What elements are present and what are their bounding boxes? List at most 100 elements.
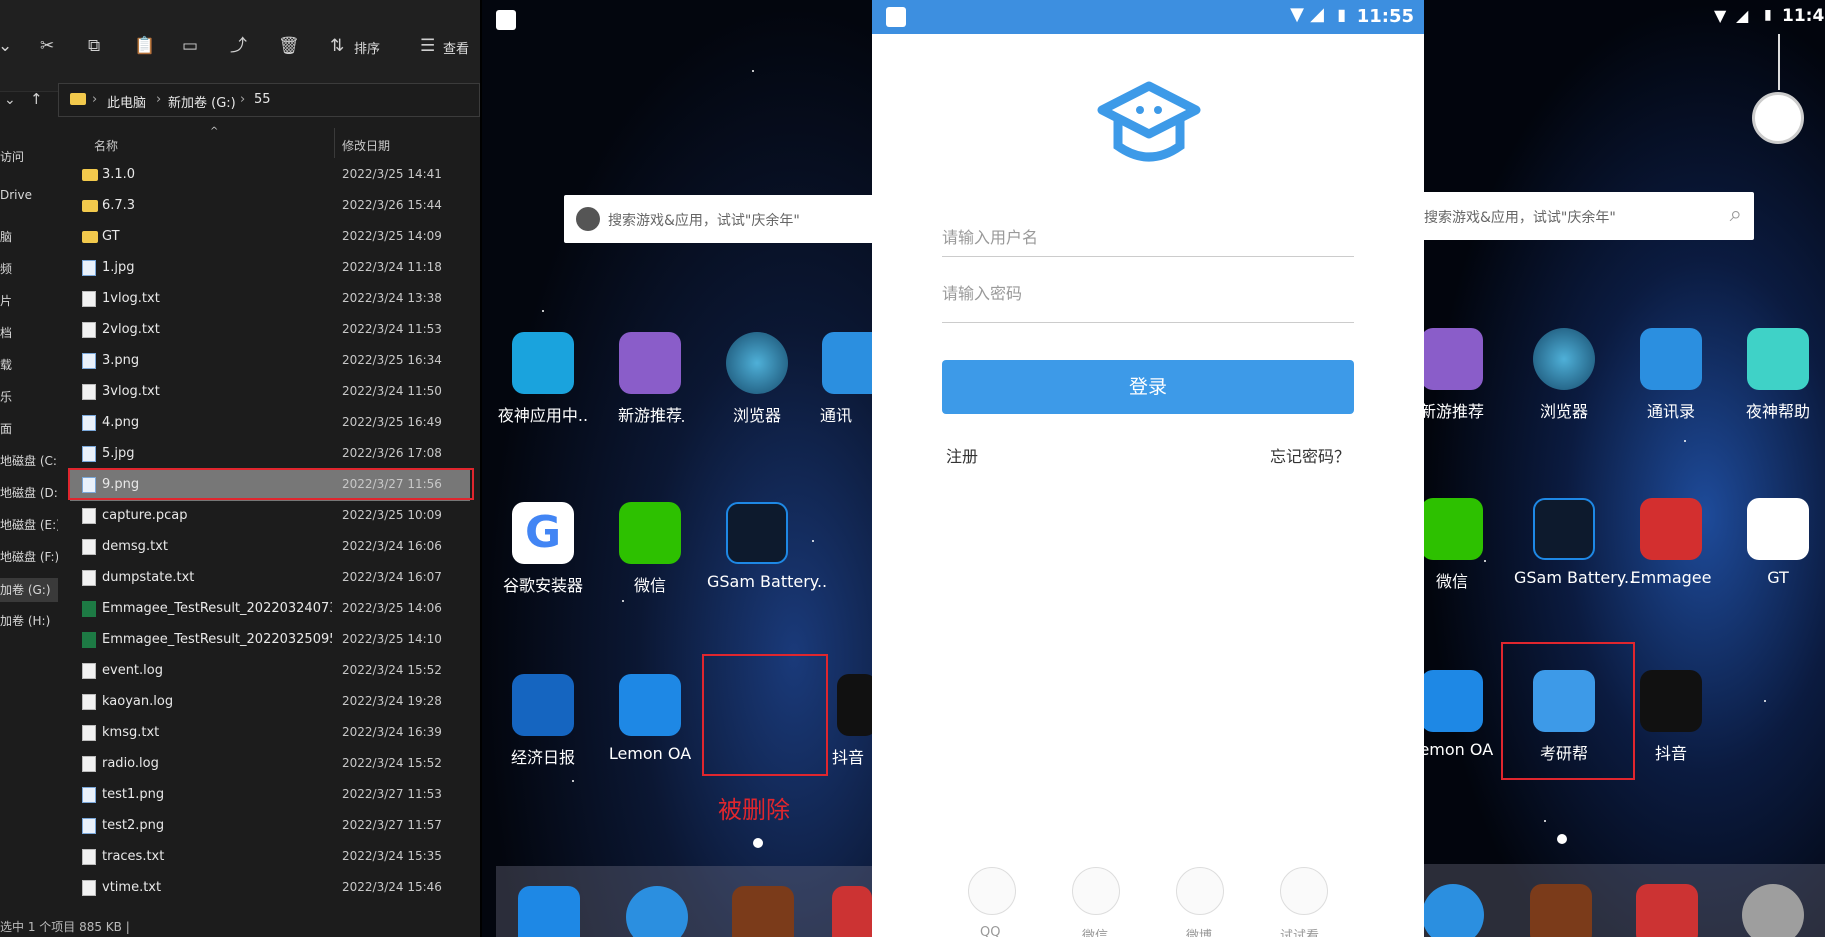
breadcrumb-drive-g[interactable]: 新加卷 (G:)	[168, 92, 236, 111]
download-icon[interactable]	[626, 886, 688, 937]
gallery-icon[interactable]	[1636, 884, 1698, 937]
game-icon[interactable]	[1530, 884, 1592, 937]
file-row[interactable]: traces.txt 2022/3/24 15:35	[70, 842, 470, 873]
guest-login-icon[interactable]	[1280, 867, 1328, 915]
qq-login-icon[interactable]	[968, 867, 1016, 915]
cut-icon[interactable]: ✂	[40, 36, 54, 56]
file-row[interactable]: dumpstate.txt 2022/3/24 16:07	[70, 563, 470, 594]
app-browser[interactable]: 浏览器	[707, 332, 807, 426]
app-wechat[interactable]: 微信	[1424, 498, 1502, 592]
file-row[interactable]: 1vlog.txt 2022/3/24 13:38	[70, 284, 470, 315]
view-icon[interactable]: ☰	[420, 36, 435, 56]
nav-item-drive-g[interactable]: 加卷 (G:)	[0, 578, 58, 602]
game-icon[interactable]	[732, 886, 794, 937]
paste-icon[interactable]: 📋	[134, 36, 155, 56]
file-row[interactable]: 2vlog.txt 2022/3/24 11:53	[70, 315, 470, 346]
file-row[interactable]: test2.png 2022/3/27 11:57	[70, 811, 470, 842]
username-input[interactable]: 请输入用户名	[942, 224, 1038, 248]
register-link[interactable]: 注册	[946, 443, 978, 467]
column-header-modified[interactable]: 修改日期	[342, 137, 390, 154]
up-arrow-icon[interactable]: ↑	[30, 89, 43, 109]
file-row[interactable]: demsg.txt 2022/3/24 16:06	[70, 532, 470, 563]
gallery-icon[interactable]	[832, 886, 872, 937]
dropdown-icon[interactable]: ⌄	[4, 90, 16, 110]
file-row[interactable]: 4.png 2022/3/25 16:49	[70, 408, 470, 439]
login-button[interactable]: 登录	[942, 360, 1354, 414]
breadcrumb-folder-55[interactable]: 55	[254, 92, 271, 107]
forgot-password-link[interactable]: 忘记密码？	[1270, 443, 1350, 467]
app-emmagee[interactable]: Emmagee	[1621, 498, 1721, 587]
delete-icon[interactable]: 🗑	[278, 36, 300, 56]
app-nox-store[interactable]: 夜神应用中..	[493, 332, 593, 426]
file-row[interactable]: kmsg.txt 2022/3/24 16:39	[70, 718, 470, 749]
file-row[interactable]: 3vlog.txt 2022/3/24 11:50	[70, 377, 470, 408]
app-google-installer[interactable]: G 谷歌安装器	[493, 502, 593, 596]
app-gsam-battery[interactable]: GSam Battery..	[707, 502, 827, 591]
file-row[interactable]: test1.png 2022/3/27 11:53	[70, 780, 470, 811]
file-row[interactable]: vtime.txt 2022/3/24 15:46	[70, 873, 470, 904]
sort-button[interactable]: 排序	[354, 38, 380, 57]
app-nox-help[interactable]: 夜神帮助	[1728, 328, 1825, 422]
file-row[interactable]: 3.1.0 2022/3/25 14:41	[70, 160, 470, 191]
file-row[interactable]: 6.7.3 2022/3/26 15:44	[70, 191, 470, 222]
file-row[interactable]: kaoyan.log 2022/3/24 19:28	[70, 687, 470, 718]
app-wechat[interactable]: 微信	[600, 502, 700, 596]
file-row[interactable]: capture.pcap 2022/3/25 10:09	[70, 501, 470, 532]
breadcrumb-this-pc[interactable]: 此电脑	[107, 92, 146, 111]
app-new-games[interactable]: 新游推荐	[1424, 328, 1502, 422]
search-icon[interactable]: ⌕	[1730, 202, 1742, 227]
settings-gear-icon[interactable]	[1742, 884, 1804, 937]
file-row[interactable]: GT 2022/3/25 14:09	[70, 222, 470, 253]
image-file-icon	[82, 818, 96, 834]
copy-icon[interactable]: ⧉	[88, 36, 100, 56]
share-icon[interactable]: ⤴	[230, 36, 247, 56]
column-divider[interactable]	[334, 128, 335, 158]
nav-item[interactable]: 面	[0, 420, 58, 440]
file-row[interactable]: event.log 2022/3/24 15:52	[70, 656, 470, 687]
rename-icon[interactable]: ▭	[182, 36, 198, 56]
nav-item-drive-e[interactable]: 地磁盘 (E:)	[0, 516, 58, 536]
app-search-bar[interactable]: 搜索游戏&应用，试试"庆余年" ⌕	[1424, 192, 1754, 240]
app-new-games[interactable]: 新游推荐	[600, 332, 700, 426]
app-contacts[interactable]: 通讯录	[1621, 328, 1721, 422]
nav-item-drive-d[interactable]: 地磁盘 (D:)	[0, 484, 58, 504]
file-row[interactable]: Emmagee_TestResult_202203240730... 2022/3…	[70, 594, 470, 625]
column-header-name[interactable]: 名称	[94, 137, 118, 154]
wechat-login-icon[interactable]	[1072, 867, 1120, 915]
download-icon[interactable]	[1424, 884, 1484, 937]
files-icon[interactable]	[518, 886, 580, 937]
app-lemon-oa[interactable]: Lemon OA	[1424, 670, 1502, 759]
nav-item[interactable]: 档	[0, 324, 58, 344]
nav-item[interactable]: 访问	[0, 148, 58, 168]
file-row[interactable]: 5.jpg 2022/3/26 17:08	[70, 439, 470, 470]
view-button[interactable]: 查看	[443, 38, 469, 57]
nav-item[interactable]: 片	[0, 292, 58, 312]
chevron-icon[interactable]: ⌄	[0, 36, 12, 56]
excel-file-icon	[82, 601, 96, 617]
app-douyin[interactable]: 抖音	[832, 674, 872, 768]
app-lemon-oa[interactable]: Lemon OA	[600, 674, 700, 763]
nav-item[interactable]: Drive	[0, 188, 58, 208]
nav-item[interactable]: 载	[0, 356, 58, 376]
weibo-login-icon[interactable]	[1176, 867, 1224, 915]
app-gt[interactable]: GT	[1728, 498, 1825, 587]
file-row[interactable]: radio.log 2022/3/24 15:52	[70, 749, 470, 780]
floating-ball-icon[interactable]	[1752, 92, 1804, 144]
sort-icon[interactable]: ⇅	[330, 36, 344, 56]
nav-item[interactable]: 乐	[0, 388, 58, 408]
file-row[interactable]: 1.jpg 2022/3/24 11:18	[70, 253, 470, 284]
app-gsam-battery[interactable]: GSam Battery..	[1514, 498, 1634, 587]
nav-item[interactable]: 脑	[0, 228, 58, 248]
app-economic-daily[interactable]: 经济日报	[493, 674, 593, 768]
file-row[interactable]: Emmagee_TestResult_202203250959... 2022/3…	[70, 625, 470, 656]
app-douyin[interactable]: 抖音	[1621, 670, 1721, 764]
file-row[interactable]: 3.png 2022/3/25 16:34	[70, 346, 470, 377]
app-contacts[interactable]: 通讯	[814, 332, 872, 426]
nav-item-drive-f[interactable]: 地磁盘 (F:)	[0, 548, 58, 568]
nav-item-drive-c[interactable]: 地磁盘 (C:)	[0, 452, 58, 472]
nav-item-drive-h[interactable]: 加卷 (H:)	[0, 612, 58, 632]
app-search-bar[interactable]: 搜索游戏&应用，试试"庆余年"	[564, 195, 872, 243]
password-input[interactable]: 请输入密码	[942, 280, 1022, 304]
app-browser[interactable]: 浏览器	[1514, 328, 1614, 422]
nav-item[interactable]: 频	[0, 260, 58, 280]
